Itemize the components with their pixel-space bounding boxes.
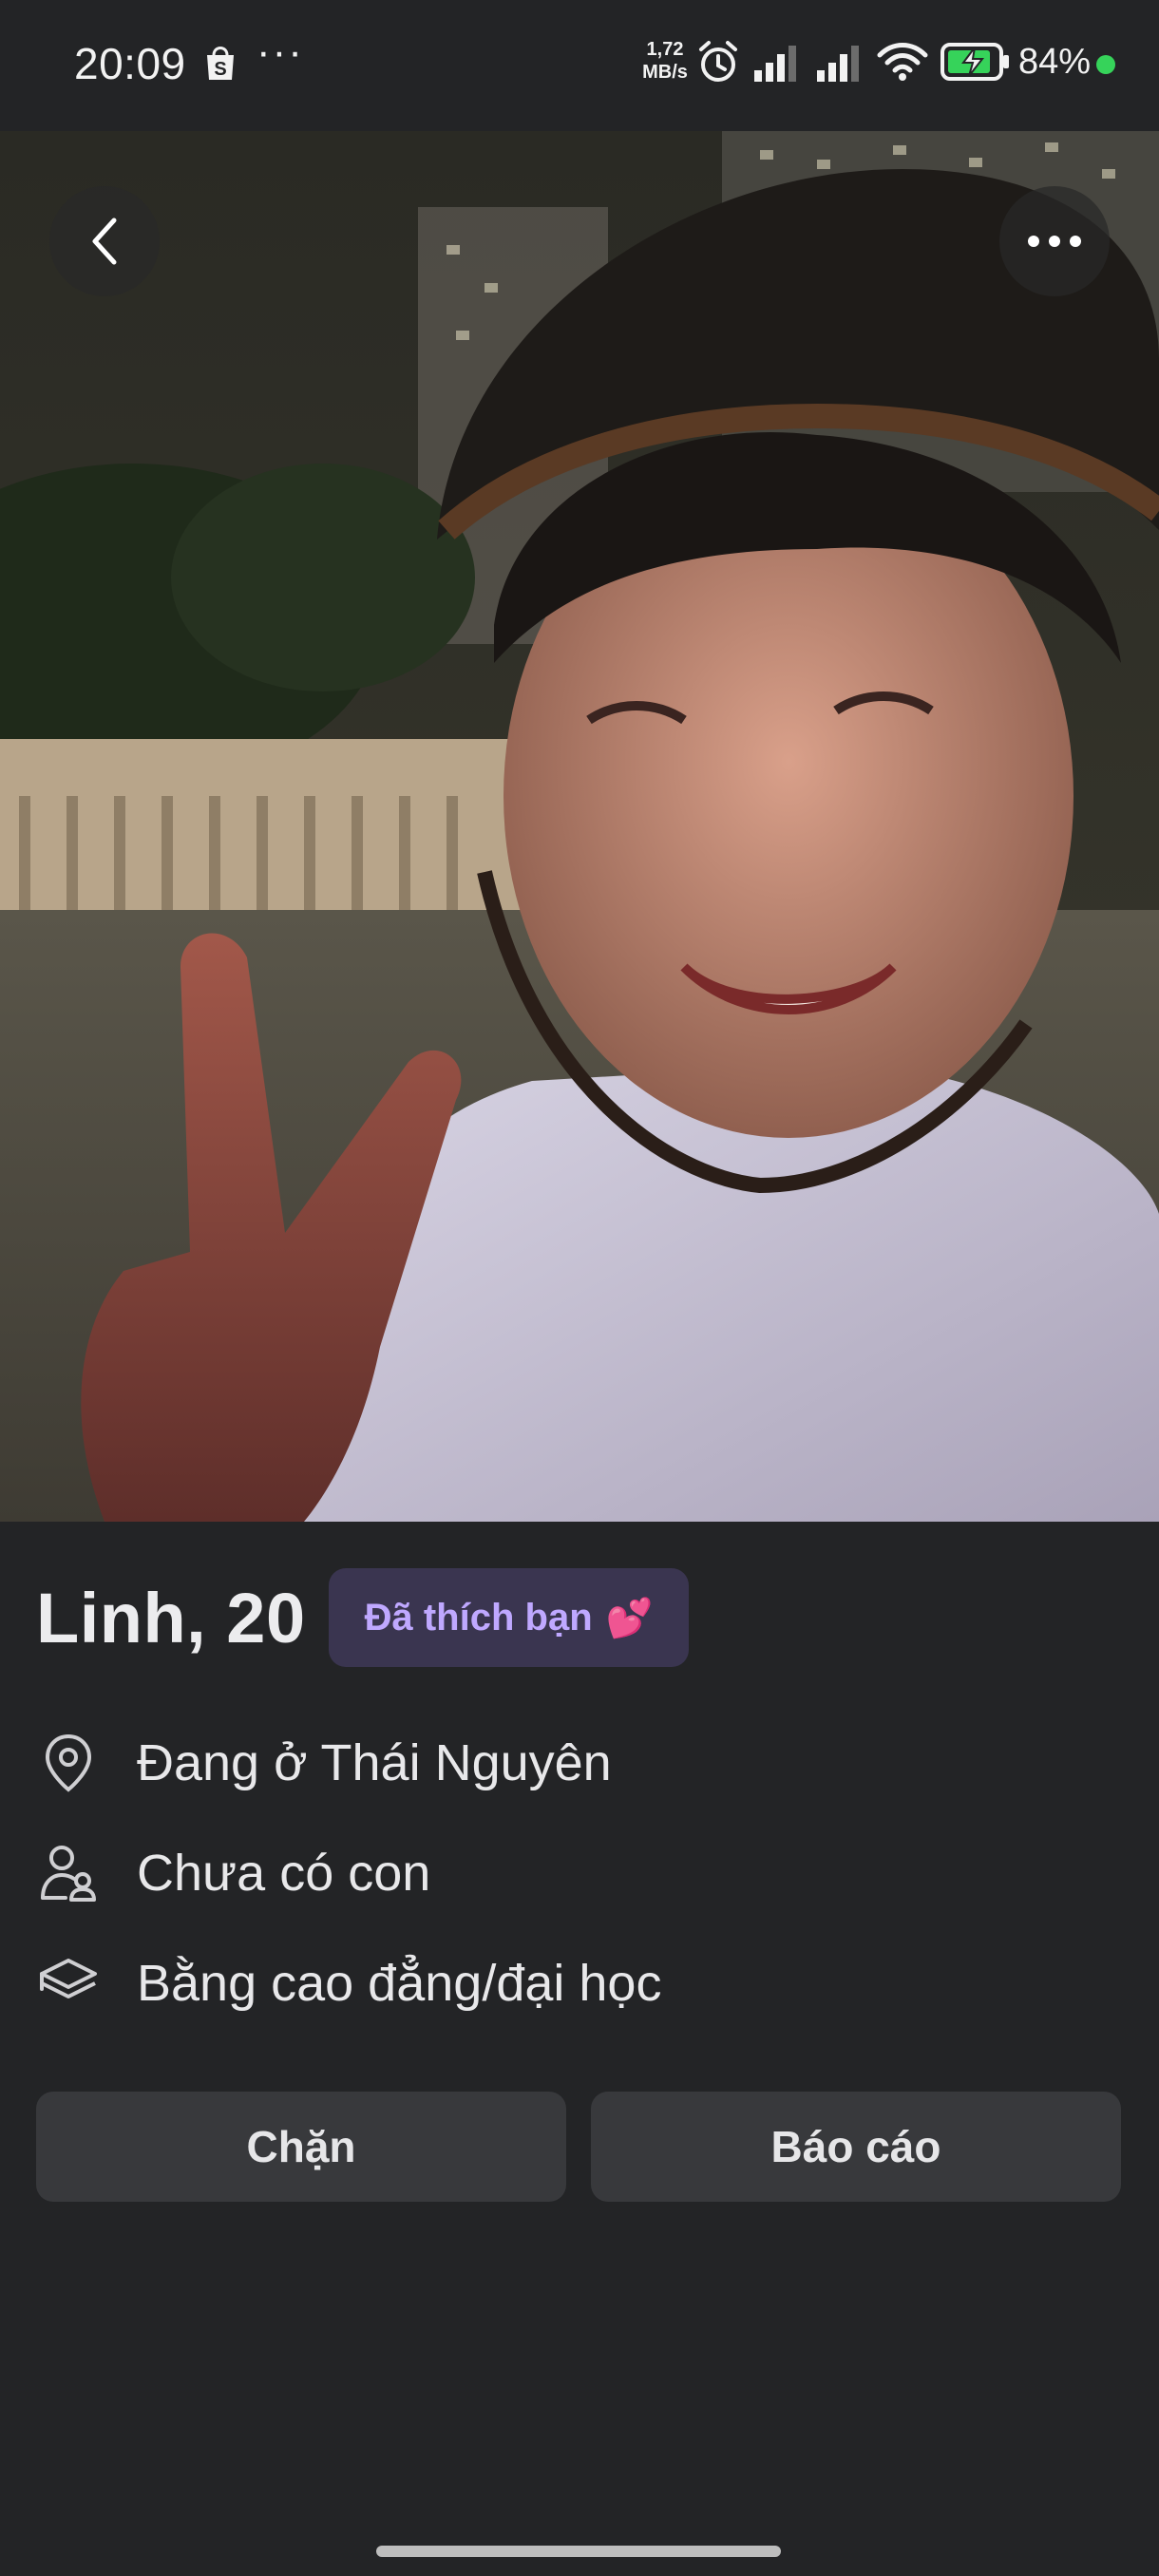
network-speed-unit: MB/s — [642, 62, 688, 83]
network-speed: 1,72 MB/s — [636, 38, 694, 84]
status-bar: 20:09 S ··· 1,72 MB/s 84% — [0, 0, 1159, 131]
detail-education: Bằng cao đẳng/đại học — [36, 1945, 661, 2021]
battery-percent: 84% — [1018, 42, 1092, 82]
block-button[interactable]: Chặn — [36, 2092, 566, 2202]
alarm-icon — [697, 40, 739, 90]
shopping-bag-icon: S — [201, 42, 239, 84]
detail-location-text: Đang ở Thái Nguyên — [137, 1734, 612, 1791]
detail-children: Chưa có con — [36, 1835, 430, 1911]
network-speed-value: 1,72 — [646, 39, 684, 60]
name-row: Linh, 20 Đã thích bạn 💕 — [36, 1565, 690, 1670]
liked-you-label: Đã thích bạn — [364, 1596, 593, 1638]
svg-text:S: S — [214, 59, 226, 80]
battery-charging-icon — [940, 42, 1011, 86]
status-time: 20:09 — [74, 39, 186, 88]
home-indicator[interactable] — [376, 2546, 781, 2557]
signal-icon-2 — [815, 44, 864, 86]
report-button[interactable]: Báo cáo — [591, 2092, 1121, 2202]
more-options-button[interactable] — [999, 186, 1110, 296]
more-horizontal-icon — [1028, 236, 1081, 247]
detail-location: Đang ở Thái Nguyên — [36, 1725, 612, 1801]
back-button[interactable] — [49, 186, 160, 296]
profile-photo[interactable] — [0, 131, 1159, 1522]
signal-icon — [752, 44, 802, 86]
liked-you-badge: Đã thích bạn 💕 — [328, 1568, 690, 1667]
profile-name-age: Linh, 20 — [36, 1578, 306, 1657]
location-pin-icon — [36, 1731, 101, 1795]
wifi-icon — [876, 42, 929, 86]
two-hearts-icon: 💕 — [605, 1597, 654, 1639]
person-child-icon — [36, 1841, 101, 1905]
profile-photo-image — [0, 131, 1159, 1522]
chevron-left-icon — [92, 218, 117, 265]
graduation-cap-icon — [36, 1951, 101, 2016]
detail-children-text: Chưa có con — [137, 1845, 431, 1902]
status-indicator-dot — [1096, 55, 1115, 74]
profile-screen: 20:09 S ··· 1,72 MB/s 84% Linh, 20 Đã th… — [0, 0, 1159, 2576]
more-notifications-icon: ··· — [256, 28, 304, 75]
detail-education-text: Bằng cao đẳng/đại học — [137, 1955, 662, 2012]
